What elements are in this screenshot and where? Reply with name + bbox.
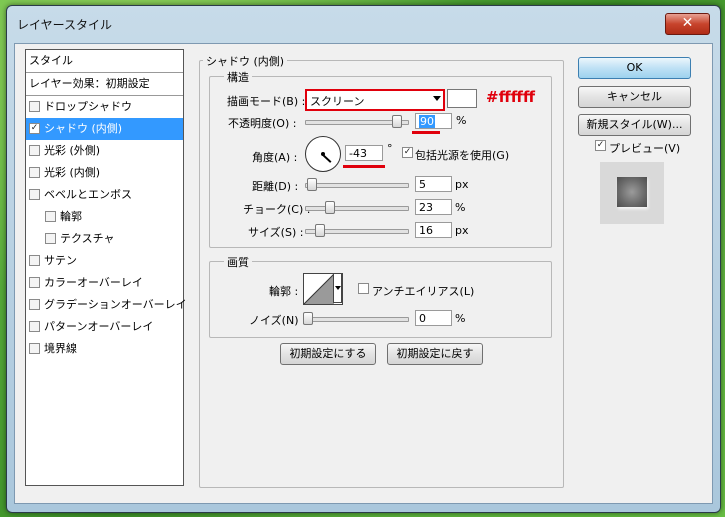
gradient-overlay-checkbox[interactable] [29,298,40,310]
blend-mode-value: スクリーン [310,95,365,108]
styles-list: スタイル レイヤー効果：初期設定 ドロップシャドウ ✓ シャドウ (内側) 光彩 … [25,49,187,486]
list-item-contour[interactable]: 輪郭 [26,206,183,228]
list-item-label: シャドウ (内側) [44,122,123,135]
styles-list-header[interactable]: スタイル [26,50,183,73]
angle-input[interactable]: -43 [345,145,383,161]
preview-label[interactable]: プレビュー(V) [609,140,680,156]
noise-input[interactable]: 0 [415,310,452,326]
choke-label: チョーク(C) : [243,203,311,216]
choke-slider[interactable] [305,206,409,211]
noise-slider[interactable] [305,317,409,322]
list-item-label: ドロップシャドウ [44,100,132,113]
list-item-inner-shadow[interactable]: ✓ シャドウ (内側) [26,118,183,140]
contour-dropdown-button[interactable] [333,273,342,303]
blending-options-item[interactable]: レイヤー効果：初期設定 [26,73,183,96]
list-item-label: 光彩 (外側) [44,144,101,157]
list-item-satin[interactable]: サテン [26,250,183,272]
size-input[interactable]: 16 [415,222,452,238]
bevel-emboss-checkbox[interactable] [29,188,40,200]
list-item-gradient-overlay[interactable]: グラデーションオーバーレイ [26,294,187,316]
dialog-title: レイヤースタイル [17,18,113,32]
make-default-button[interactable]: 初期設定にする [280,343,376,365]
distance-input[interactable]: 5 [415,176,452,192]
new-style-button[interactable]: 新規スタイル(W)... [578,114,691,136]
chevron-down-icon [433,96,441,101]
annotation-underline [343,165,385,168]
angle-label: 角度(A) : [252,151,298,164]
angle-center [321,152,325,156]
satin-checkbox[interactable] [29,254,40,266]
drop-shadow-checkbox[interactable] [29,100,40,112]
structure-group-title: 構造 [224,69,252,85]
annotation-underline [412,131,440,134]
contour-label: 輪郭 : [269,285,299,298]
style-preview [600,162,664,224]
distance-slider-thumb[interactable] [307,178,317,191]
list-item-stroke[interactable]: 境界線 [26,338,183,360]
color-overlay-checkbox[interactable] [29,276,40,288]
choke-input[interactable]: 23 [415,199,452,215]
list-item-drop-shadow[interactable]: ドロップシャドウ [26,96,183,118]
list-item-texture[interactable]: テクスチャ [26,228,183,250]
distance-label: 距離(D) : [252,180,299,193]
ok-button[interactable]: OK [578,57,691,79]
list-item-inner-glow[interactable]: 光彩 (内側) [26,162,183,184]
list-item-label: テクスチャ [60,232,115,245]
noise-label: ノイズ(N) : [249,314,306,327]
list-item-bevel-emboss[interactable]: ベベルとエンボス [26,184,183,206]
reset-default-button[interactable]: 初期設定に戻す [387,343,483,365]
close-button[interactable]: ✕ [665,13,710,35]
opacity-label: 不透明度(O) : [228,117,297,130]
list-item-label: 輪郭 [60,210,82,223]
preview-thumbnail [617,177,647,207]
opacity-value: 90 [419,115,435,128]
blend-mode-label: 描画モード(B) : [227,95,306,108]
angle-unit: ° [387,142,393,155]
shadow-color-swatch[interactable] [447,89,477,108]
blend-mode-select[interactable]: スクリーン [305,89,445,111]
opacity-unit: % [456,114,467,127]
size-unit: px [455,224,469,237]
list-item-label: パターンオーバーレイ [44,320,154,333]
distance-slider[interactable] [305,183,409,188]
opacity-slider-thumb[interactable] [392,115,402,128]
stroke-checkbox[interactable] [29,342,40,354]
global-light-label[interactable]: 包括光源を使用(G) [415,147,509,163]
anti-alias-checkbox[interactable] [358,283,369,294]
list-item-pattern-overlay[interactable]: パターンオーバーレイ [26,316,183,338]
noise-unit: % [455,312,466,325]
distance-unit: px [455,178,469,191]
color-annotation: #ffffff [486,88,536,106]
chevron-down-icon [335,286,341,290]
global-light-checkbox[interactable]: ✓ [402,147,413,158]
list-item-color-overlay[interactable]: カラーオーバーレイ [26,272,183,294]
angle-dial[interactable] [305,136,341,172]
list-item-label: ベベルとエンボス [44,188,132,201]
contour-checkbox[interactable] [45,210,56,222]
opacity-input[interactable]: 90 [415,113,452,129]
outer-glow-checkbox[interactable] [29,144,40,156]
inner-shadow-group-title: シャドウ (内側) [203,53,288,69]
texture-checkbox[interactable] [45,232,56,244]
list-item-label: サテン [44,254,77,267]
cancel-button[interactable]: キャンセル [578,86,691,108]
list-item-label: グラデーションオーバーレイ [44,298,187,311]
list-item-label: 境界線 [44,342,77,355]
inner-shadow-checkbox[interactable]: ✓ [29,122,40,134]
preview-checkbox[interactable]: ✓ [595,140,606,151]
pattern-overlay-checkbox[interactable] [29,320,40,332]
list-item-outer-glow[interactable]: 光彩 (外側) [26,140,183,162]
list-item-label: 光彩 (内側) [44,166,101,179]
choke-slider-thumb[interactable] [325,201,335,214]
anti-alias-label[interactable]: アンチエイリアス(L) [372,283,474,299]
contour-curve-icon [304,274,334,304]
list-item-label: カラーオーバーレイ [44,276,143,289]
size-slider-thumb[interactable] [315,224,325,237]
quality-group-title: 画質 [224,254,252,270]
inner-glow-checkbox[interactable] [29,166,40,178]
size-label: サイズ(S) : [248,226,304,239]
choke-unit: % [455,201,466,214]
title-bar: レイヤースタイル ✕ [7,6,720,36]
noise-slider-thumb[interactable] [303,312,313,325]
